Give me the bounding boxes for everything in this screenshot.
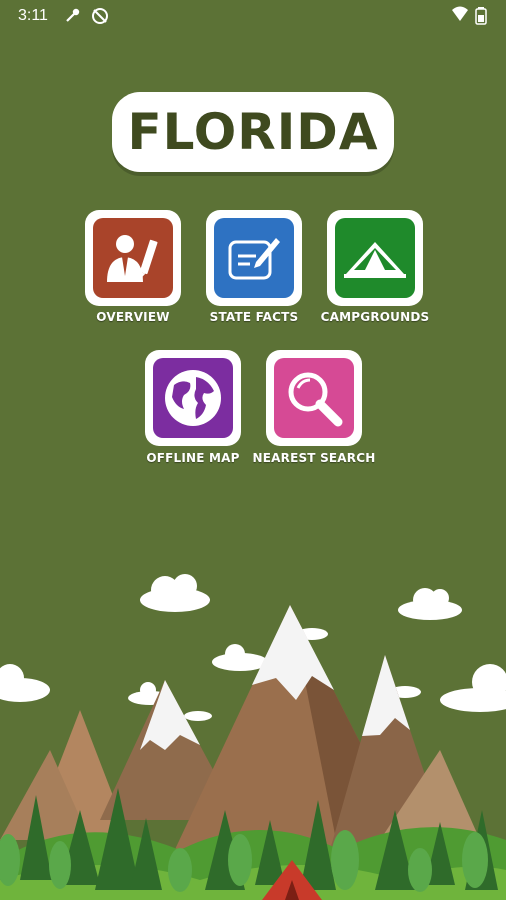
nearest-search-label: NEAREST SEARCH — [252, 451, 376, 465]
globe-icon — [165, 370, 221, 426]
debug-wrench-icon — [64, 6, 82, 29]
wifi-icon — [451, 6, 469, 27]
offline-map-tile — [153, 358, 233, 438]
overview-button[interactable] — [85, 210, 181, 306]
campgrounds-label: CAMPGROUNDS — [320, 310, 430, 324]
overview-tile — [93, 218, 173, 298]
tent-icon — [344, 242, 406, 278]
title-banner: FLORIDA — [112, 92, 394, 172]
magnifier-icon — [288, 372, 343, 427]
no-sync-icon — [90, 6, 110, 31]
battery-icon — [475, 7, 487, 30]
offline-map-label: OFFLINE MAP — [146, 451, 240, 465]
app-title: FLORIDA — [127, 103, 379, 161]
campgrounds-tile — [335, 218, 415, 298]
state-facts-label: STATE FACTS — [209, 310, 299, 324]
offline-map-button[interactable] — [145, 350, 241, 446]
nearest-search-button[interactable] — [266, 350, 362, 446]
status-time: 3:11 — [18, 7, 48, 24]
overview-label: OVERVIEW — [96, 310, 170, 324]
mountain-landscape-illustration — [0, 574, 506, 900]
state-facts-tile — [214, 218, 294, 298]
state-facts-button[interactable] — [206, 210, 302, 306]
nearest-search-tile — [274, 358, 354, 438]
note-edit-icon — [228, 238, 280, 280]
campgrounds-button[interactable] — [327, 210, 423, 306]
status-bar: 3:11 — [0, 0, 506, 32]
person-with-pen-icon — [107, 235, 158, 282]
